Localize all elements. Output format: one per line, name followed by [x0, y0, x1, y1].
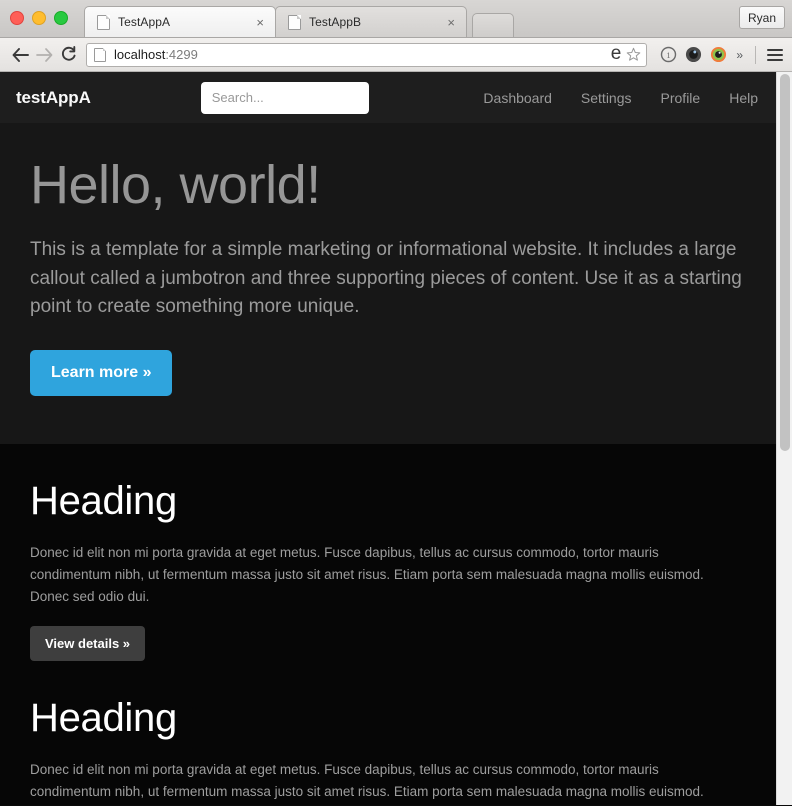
scrollbar-thumb[interactable]	[780, 74, 790, 451]
address-bar-actions: e	[610, 44, 643, 65]
reload-icon	[61, 46, 76, 61]
content-area: Heading Donec id elit non mi porta gravi…	[0, 444, 776, 805]
new-tab-button[interactable]	[472, 13, 514, 37]
page-icon	[97, 14, 110, 30]
section-heading: Heading	[30, 479, 177, 524]
toolbar-divider	[755, 45, 756, 64]
tab-bar: TestAppA × TestAppB × Ryan	[0, 0, 792, 38]
tab-title: TestAppA	[118, 15, 171, 29]
search-input[interactable]	[200, 81, 369, 114]
svg-text:1: 1	[666, 50, 670, 60]
menu-button[interactable]	[766, 46, 784, 64]
jumbotron-title: Hello, world!	[30, 155, 321, 215]
content-section: Heading Donec id elit non mi porta gravi…	[30, 444, 746, 661]
browser-window: TestAppA × TestAppB × Ryan localhost:429…	[0, 0, 792, 806]
browser-toolbar: localhost:4299 e 1 »	[0, 38, 792, 72]
close-window-button[interactable]	[10, 11, 24, 25]
site-navbar: testAppA Dashboard Settings Profile Help	[0, 72, 776, 123]
tab-strip: TestAppA × TestAppB ×	[84, 0, 514, 37]
nav-link-settings[interactable]: Settings	[581, 90, 632, 106]
nav-link-help[interactable]: Help	[729, 90, 758, 106]
nav-link-dashboard[interactable]: Dashboard	[483, 90, 552, 106]
address-bar[interactable]: localhost:4299 e	[86, 42, 648, 67]
jumbotron: Hello, world! This is a template for a s…	[0, 123, 776, 445]
web-page: testAppA Dashboard Settings Profile Help…	[0, 72, 776, 805]
url-host: localhost	[114, 47, 166, 62]
onepassword-icon[interactable]: 1	[659, 46, 677, 64]
hamburger-icon	[767, 48, 783, 61]
profile-button[interactable]: Ryan	[738, 6, 785, 29]
maximize-window-button[interactable]	[54, 11, 68, 25]
page-icon	[94, 47, 106, 62]
close-icon[interactable]: ×	[444, 16, 458, 29]
bookmark-star-icon[interactable]	[624, 46, 642, 64]
view-details-button[interactable]: View details »	[30, 625, 146, 661]
site-nav-links: Dashboard Settings Profile Help	[483, 90, 758, 106]
forward-arrow-icon	[35, 47, 52, 62]
back-button[interactable]	[8, 43, 32, 67]
minimize-window-button[interactable]	[32, 11, 46, 25]
extension-icons: 1 »	[653, 45, 784, 64]
section-text: Donec id elit non mi porta gravida at eg…	[30, 545, 704, 605]
jumbotron-text: This is a template for a simple marketin…	[30, 238, 742, 318]
section-text: Donec id elit non mi porta gravida at eg…	[30, 761, 704, 799]
forward-button[interactable]	[32, 43, 56, 67]
site-brand[interactable]: testAppA	[16, 88, 91, 108]
url-port: :4299	[165, 47, 198, 62]
page-viewport: testAppA Dashboard Settings Profile Help…	[0, 72, 792, 805]
search-container	[200, 81, 369, 114]
learn-more-button[interactable]: Learn more »	[30, 350, 173, 397]
overflow-chevron-icon[interactable]: »	[734, 48, 745, 62]
close-icon[interactable]: ×	[253, 16, 267, 29]
reader-mode-icon[interactable]: e	[610, 44, 623, 65]
browser-tab-testappb[interactable]: TestAppB ×	[275, 6, 467, 37]
color-picker-extension-icon[interactable]	[709, 46, 727, 64]
url-text: localhost:4299	[114, 47, 610, 62]
back-arrow-icon	[12, 47, 29, 62]
nav-link-profile[interactable]: Profile	[661, 90, 701, 106]
page-icon	[288, 14, 301, 30]
page-scrollbar[interactable]	[776, 72, 792, 805]
content-section: Heading Donec id elit non mi porta gravi…	[30, 661, 746, 805]
reload-button[interactable]	[56, 43, 80, 67]
camera-extension-icon[interactable]	[684, 46, 702, 64]
section-heading: Heading	[30, 695, 177, 740]
window-controls	[10, 11, 68, 25]
tab-title: TestAppB	[309, 15, 362, 29]
browser-tab-testappa[interactable]: TestAppA ×	[84, 6, 276, 37]
